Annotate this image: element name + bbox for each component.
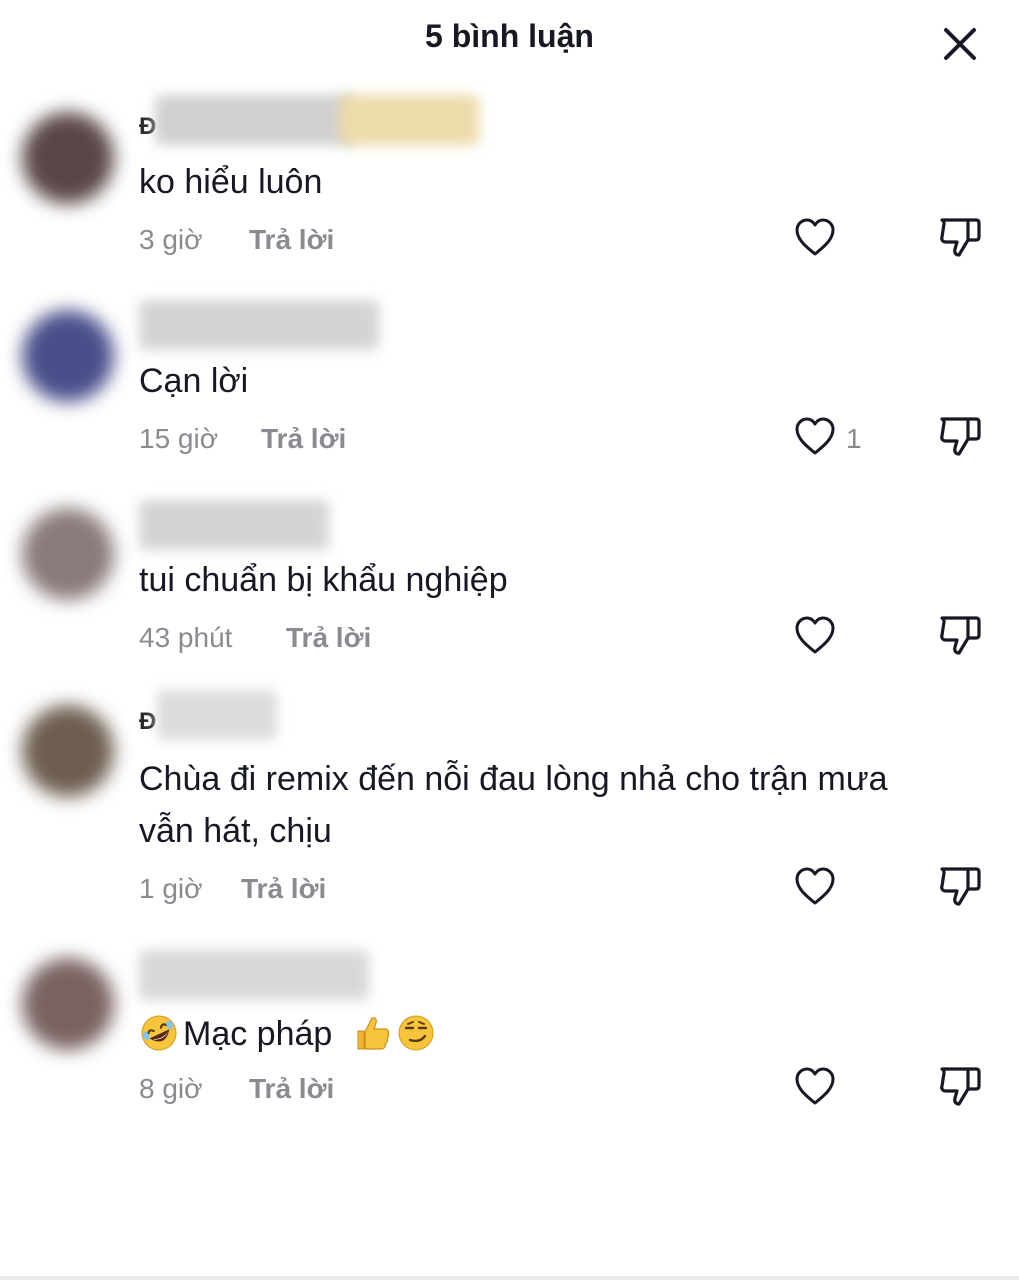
username-blur (139, 500, 329, 550)
rolling-on-floor-laughing-emoji (141, 1015, 177, 1051)
reply-button[interactable]: Trả lời (249, 224, 334, 256)
heart-outline-icon (795, 616, 835, 654)
comments-sheet: 5 bình luận Đ ko hiểu luôn 3 giờ Trả lời (0, 0, 1019, 1276)
username-blur (139, 950, 369, 1000)
username-blur (157, 690, 277, 740)
comment-meta: 1 giờ Trả lời (139, 873, 326, 905)
like-button[interactable] (793, 415, 837, 459)
comment-time: 8 giờ (139, 1073, 203, 1104)
like-button[interactable] (793, 216, 837, 260)
comment-text: ko hiểu luôn (139, 163, 323, 201)
avatar[interactable] (22, 958, 114, 1050)
username-text: Đ (139, 708, 157, 735)
dislike-button[interactable] (937, 863, 983, 909)
like-button[interactable] (793, 865, 837, 909)
thumbs-down-outline-icon (940, 1067, 981, 1106)
thumbs-down-outline-icon (940, 417, 981, 456)
avatar[interactable] (22, 310, 114, 402)
reply-button[interactable]: Trả lời (286, 622, 371, 654)
reply-button[interactable]: Trả lời (249, 1073, 334, 1105)
avatar[interactable] (22, 508, 114, 600)
dislike-button[interactable] (937, 214, 983, 260)
comment-text: Cạn lời (139, 362, 249, 400)
comment-time: 43 phút (139, 622, 233, 653)
comment-text: tui chuẩn bị khẩu nghiệp (139, 561, 508, 599)
dislike-button[interactable] (937, 612, 983, 658)
dislike-button[interactable] (937, 1063, 983, 1109)
heart-outline-icon (795, 867, 835, 905)
comment-text-content: Mạc pháp (183, 1015, 333, 1053)
comment-time: 3 giờ (139, 224, 203, 255)
thumbs-down-outline-icon (940, 867, 981, 906)
sheet-bottom-border (0, 1276, 1019, 1280)
reply-button[interactable]: Trả lời (241, 873, 326, 905)
heart-outline-icon (795, 218, 835, 256)
thumbs-down-outline-icon (940, 616, 981, 655)
comment-text: Mạc pháp (139, 1008, 999, 1060)
comment-meta: 15 giờ Trả lời (139, 423, 346, 455)
username-text: Đ (139, 113, 157, 140)
avatar[interactable] (22, 705, 114, 797)
comment-meta: 43 phút Trả lời (139, 622, 371, 654)
close-icon (944, 28, 976, 60)
thumbs-up-emoji (357, 1017, 389, 1050)
comment-meta: 3 giờ Trả lời (139, 224, 334, 256)
username-blur (139, 300, 379, 350)
sheet-header: 5 bình luận (0, 0, 1019, 80)
comment-username[interactable] (139, 300, 489, 350)
comment-time: 15 giờ (139, 423, 219, 454)
heart-outline-icon (795, 1067, 835, 1105)
comment-username[interactable] (139, 500, 489, 550)
comment-meta: 8 giờ Trả lời (139, 1073, 334, 1105)
close-button[interactable] (938, 22, 982, 66)
dislike-button[interactable] (937, 413, 983, 459)
comment-username[interactable]: Đ (139, 95, 489, 145)
heart-outline-icon (795, 417, 835, 455)
comment-text-line: Chùa đi remix đến nỗi đau lòng nhả cho t… (139, 760, 888, 798)
comment-text-line: vẫn hát, chịu (139, 812, 332, 850)
like-button[interactable] (793, 1065, 837, 1109)
smirking-face-emoji (398, 1015, 434, 1051)
page-title: 5 bình luận (425, 18, 594, 54)
thumbs-down-outline-icon (940, 218, 981, 257)
comment-text: Chùa đi remix đến nỗi đau lòng nhả cho t… (139, 753, 999, 857)
avatar[interactable] (22, 112, 114, 204)
like-count: 1 (846, 423, 862, 454)
username-blur (339, 95, 479, 145)
reply-button[interactable]: Trả lời (261, 423, 346, 455)
like-button[interactable] (793, 614, 837, 658)
comment-username[interactable]: Đ (139, 690, 489, 740)
username-blur (155, 95, 355, 145)
comment-username[interactable] (139, 950, 489, 1000)
comment-time: 1 giờ (139, 873, 203, 904)
